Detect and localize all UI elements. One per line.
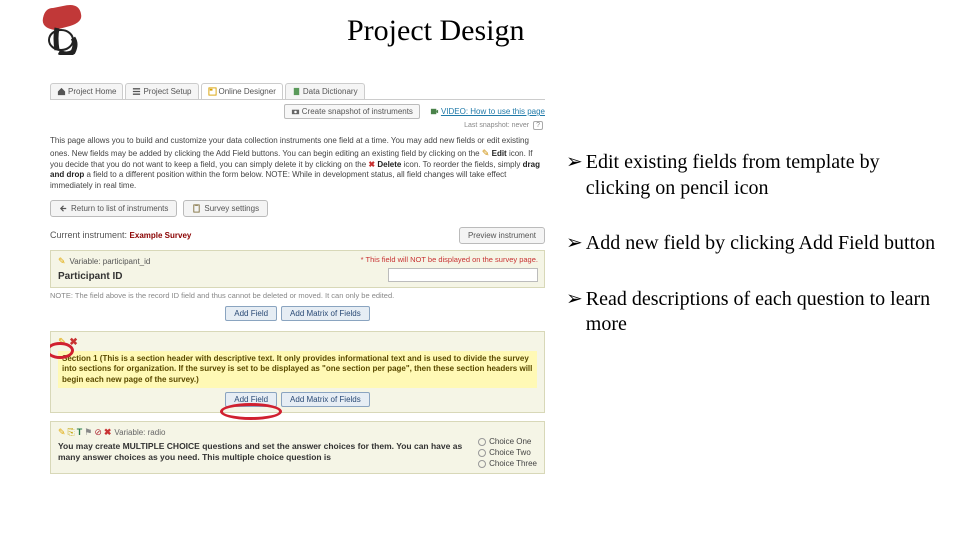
return-to-list-button[interactable]: Return to list of instruments <box>50 200 177 217</box>
designer-icon <box>208 87 217 96</box>
radio-icon <box>478 460 486 468</box>
add-field-button-2[interactable]: Add Field <box>225 392 277 407</box>
add-matrix-button-2[interactable]: Add Matrix of Fields <box>281 392 370 407</box>
video-label: VIDEO: How to use this page <box>441 107 545 116</box>
redcap-logo <box>35 0 95 55</box>
field-participant-id: ✎ Variable: participant_id * This field … <box>50 250 545 288</box>
video-icon <box>430 107 439 116</box>
back-arrow-icon <box>59 204 68 213</box>
tab-label: Online Designer <box>219 87 276 96</box>
pencil-icon[interactable]: ✎ <box>58 427 66 438</box>
radio-icon <box>478 438 486 446</box>
bullet-item: ➢ Add new field by clicking Add Field bu… <box>566 231 946 257</box>
bullet-list: ➢ Edit existing fields from template by … <box>566 150 946 368</box>
list-icon <box>132 87 141 96</box>
delete-icon[interactable]: ✖ <box>69 337 77 348</box>
arrow-bullet-icon: ➢ <box>566 287 583 338</box>
tab-bar: Project Home Project Setup Online Design… <box>50 80 545 100</box>
create-snapshot-button[interactable]: Create snapshot of instruments <box>284 104 420 119</box>
last-snapshot-line: Last snapshot: never ? <box>50 121 543 130</box>
variable-label: Variable: participant_id <box>70 257 151 266</box>
survey-settings-button[interactable]: Survey settings <box>183 200 268 217</box>
radio-field: ✎ ⎘ T ⚑ ⊘ ✖ Variable: radio You may crea… <box>50 421 545 474</box>
pencil-icon[interactable]: ✎ <box>58 337 66 348</box>
tab-label: Project Home <box>68 87 116 96</box>
radio-options: Choice One Choice Two Choice Three <box>478 427 537 468</box>
not-displayed-note: * This field will NOT be displayed on th… <box>361 255 538 264</box>
section-header-text: Section 1 (This is a section header with… <box>58 351 537 388</box>
pencil-icon[interactable]: ✎ <box>58 256 66 267</box>
tab-project-setup[interactable]: Project Setup <box>125 83 198 99</box>
variable-label: Variable: radio <box>114 428 165 437</box>
participant-id-input[interactable] <box>388 268 538 282</box>
current-instrument-label: Current instrument: Example Survey <box>50 230 191 240</box>
bullet-text: Add new field by clicking Add Field butt… <box>586 231 935 257</box>
bullet-item: ➢ Edit existing fields from template by … <box>566 150 946 201</box>
tab-online-designer[interactable]: Online Designer <box>201 83 283 99</box>
tab-label: Project Setup <box>143 87 191 96</box>
radio-option[interactable]: Choice Two <box>478 448 537 457</box>
dictionary-icon <box>292 87 301 96</box>
bullet-text: Read descriptions of each question to le… <box>586 287 946 338</box>
screenshot-area: Project Home Project Setup Online Design… <box>50 80 545 475</box>
stop-icon[interactable]: ⊘ <box>94 427 102 438</box>
tab-label: Data Dictionary <box>303 87 358 96</box>
field-tools: ✎ ✖ <box>58 337 537 348</box>
clipboard-icon <box>192 204 201 213</box>
add-field-button[interactable]: Add Field <box>225 306 277 321</box>
radio-option[interactable]: Choice One <box>478 437 537 446</box>
record-id-note: NOTE: The field above is the record ID f… <box>50 291 545 300</box>
mc-description: You may create MULTIPLE CHOICE questions… <box>58 441 466 463</box>
add-matrix-button[interactable]: Add Matrix of Fields <box>281 306 370 321</box>
radio-option[interactable]: Choice Three <box>478 459 537 468</box>
return-label: Return to list of instruments <box>71 204 168 213</box>
field-tools: ✎ ⎘ T ⚑ ⊘ ✖ <box>58 427 111 438</box>
snapshot-label: Create snapshot of instruments <box>302 107 413 116</box>
arrow-bullet-icon: ➢ <box>566 150 583 201</box>
slide-title: Project Design <box>347 14 524 48</box>
page-description: This page allows you to build and custom… <box>50 136 545 192</box>
section-header-field: ✎ ✖ Section 1 (This is a section header … <box>50 331 545 413</box>
branch-icon[interactable]: T <box>77 427 83 438</box>
delete-x-icon: ✖ <box>368 160 375 169</box>
radio-icon <box>478 449 486 457</box>
tag-icon[interactable]: ⚑ <box>84 427 92 438</box>
preview-instrument-button[interactable]: Preview instrument <box>459 227 545 244</box>
pencil-icon: ✎ <box>482 148 490 158</box>
bullet-item: ➢ Read descriptions of each question to … <box>566 287 946 338</box>
help-icon[interactable]: ? <box>533 121 543 130</box>
arrow-bullet-icon: ➢ <box>566 231 583 257</box>
camera-icon <box>291 107 300 116</box>
video-link[interactable]: VIDEO: How to use this page <box>430 107 545 116</box>
copy-icon[interactable]: ⎘ <box>68 427 75 438</box>
home-icon <box>57 87 66 96</box>
delete-icon[interactable]: ✖ <box>104 427 112 438</box>
bullet-text: Edit existing fields from template by cl… <box>586 150 946 201</box>
tab-data-dictionary[interactable]: Data Dictionary <box>285 83 365 99</box>
survey-settings-label: Survey settings <box>204 204 259 213</box>
tab-project-home[interactable]: Project Home <box>50 83 123 99</box>
